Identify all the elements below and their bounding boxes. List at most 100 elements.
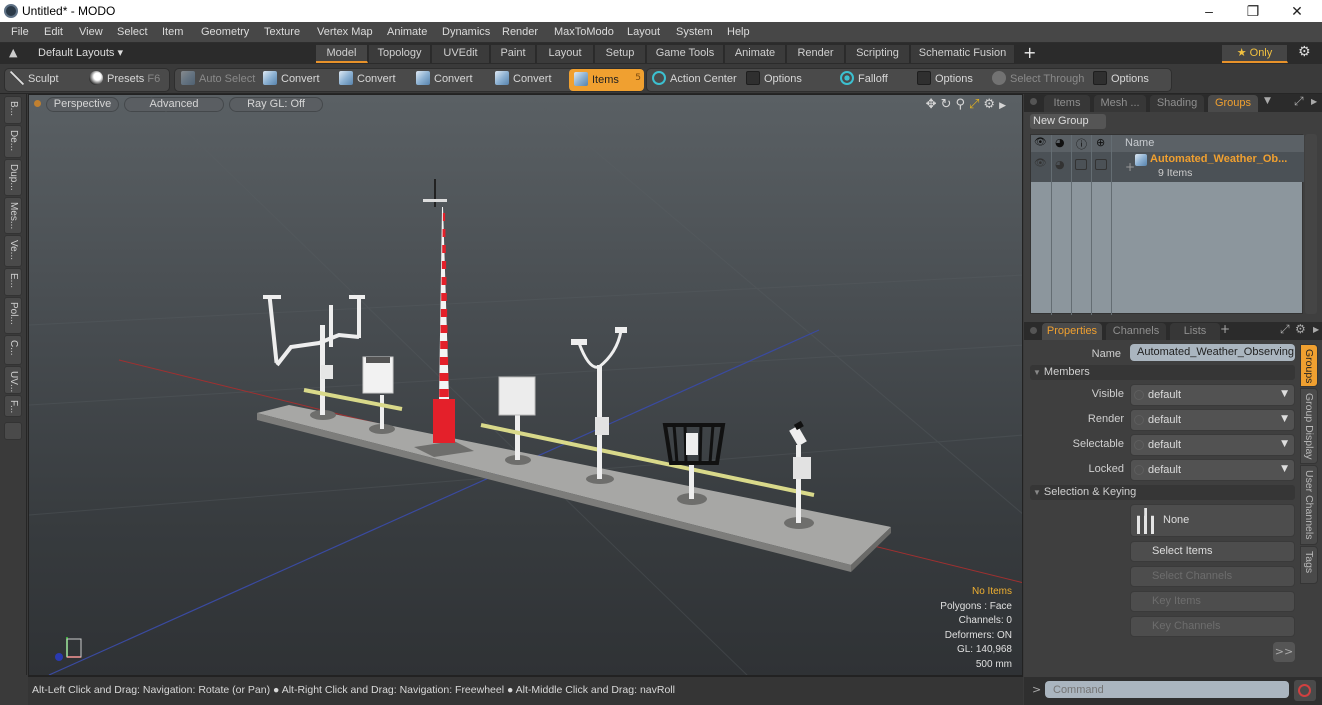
group-list[interactable]: 👁 ◕ ⓘ ⊕ Name 👁 ◕ + Automated_Weather_Ob.… — [1030, 134, 1304, 315]
render-toggle[interactable]: ◕ — [1055, 158, 1065, 171]
tab-paint[interactable]: Paint — [491, 45, 536, 63]
panel-arrow-icon[interactable]: ▶ — [1313, 325, 1319, 334]
new-group-button[interactable]: New Group — [1030, 114, 1106, 129]
tab-topology[interactable]: Topology — [369, 45, 431, 63]
action-center-button[interactable]: Action Center — [652, 70, 737, 88]
convert-polygons-button[interactable]: Convert — [416, 70, 473, 88]
tab-scripting[interactable]: Scripting — [846, 45, 910, 63]
maximize-icon[interactable]: ⤢ — [1294, 94, 1304, 109]
presets-button[interactable]: Presets F6 — [89, 70, 160, 88]
tab-uvedit[interactable]: UVEdit — [432, 45, 490, 63]
tab-model[interactable]: Model — [316, 45, 368, 63]
select-channels-button[interactable]: Select Channels — [1130, 566, 1295, 587]
members-section[interactable]: ▼ Members — [1030, 365, 1295, 380]
default-layouts-dropdown[interactable]: Default Layouts ▾ — [38, 46, 123, 59]
panel-menu-icon[interactable] — [1030, 327, 1037, 334]
panel-gear-icon[interactable]: ⚙ — [1295, 322, 1306, 336]
menu-maxtomodo[interactable]: MaxToModo — [554, 26, 614, 38]
side-tab-tags[interactable]: Tags — [1300, 546, 1318, 584]
menu-layout[interactable]: Layout — [627, 26, 660, 38]
select-items-button[interactable]: Select Items — [1130, 541, 1295, 562]
left-tab-basic[interactable]: B... — [4, 96, 22, 124]
selectable-dropdown[interactable]: default ▼ — [1130, 434, 1295, 456]
menu-file[interactable]: File — [11, 26, 29, 38]
tab-dropdown-icon[interactable]: ▼ — [1264, 96, 1271, 106]
layout-toggle-icon[interactable]: ▲ — [9, 46, 17, 59]
left-tab-duplicate[interactable]: Dup... — [4, 159, 22, 196]
none-preset-button[interactable]: None — [1130, 504, 1295, 537]
close-button[interactable]: ✕ — [1274, 1, 1320, 21]
minimize-button[interactable]: – — [1186, 1, 1232, 21]
selection-keying-section[interactable]: ▼ Selection & Keying — [1030, 485, 1295, 500]
items-mode-button[interactable]: Items 5 — [569, 69, 644, 91]
tab-mesh[interactable]: Mesh ... — [1094, 95, 1146, 112]
maximize-icon[interactable]: ⤢ — [1280, 322, 1290, 337]
select-through-button[interactable]: Select Through — [992, 70, 1084, 88]
menu-texture[interactable]: Texture — [264, 26, 300, 38]
lock-col-icon[interactable]: ⓘ — [1076, 136, 1087, 152]
add-layout-button[interactable]: + — [1023, 43, 1036, 62]
left-tab-deform[interactable]: De... — [4, 125, 22, 158]
left-tab-vertex[interactable]: Ve... — [4, 235, 22, 267]
menu-select[interactable]: Select — [117, 26, 148, 38]
tab-game-tools[interactable]: Game Tools — [647, 45, 724, 63]
add-tab-button[interactable]: + — [1220, 322, 1230, 336]
tab-items[interactable]: Items — [1044, 95, 1090, 112]
menu-render[interactable]: Render — [502, 26, 538, 38]
action-center-options-button[interactable]: Options — [746, 70, 802, 88]
select-toggle[interactable] — [1095, 159, 1107, 170]
tab-shading[interactable]: Shading — [1150, 95, 1204, 112]
tab-schematic-fusion[interactable]: Schematic Fusion — [911, 45, 1015, 63]
tab-groups[interactable]: Groups — [1208, 95, 1258, 112]
menu-geometry[interactable]: Geometry — [201, 26, 249, 38]
left-tab-uv[interactable]: UV... — [4, 366, 22, 394]
record-button[interactable] — [1294, 680, 1316, 701]
select-through-options-button[interactable]: Options — [1093, 70, 1149, 88]
side-tab-group-display[interactable]: Group Display — [1300, 388, 1318, 464]
left-tab-polygon[interactable]: Pol... — [4, 297, 22, 334]
auto-select-button[interactable]: Auto Select — [181, 70, 255, 88]
more-button[interactable]: >> — [1273, 642, 1295, 662]
gear-icon[interactable]: ⚙ — [1298, 44, 1311, 60]
menu-vertex-map[interactable]: Vertex Map — [317, 26, 373, 38]
command-input[interactable] — [1045, 681, 1289, 698]
key-items-button[interactable]: Key Items — [1130, 591, 1295, 612]
3d-viewport[interactable]: Perspective Advanced Ray GL: Off ✥↻⚲⤢⚙▶ — [28, 94, 1023, 676]
menu-animate[interactable]: Animate — [387, 26, 427, 38]
restore-button[interactable]: ❐ — [1230, 1, 1276, 21]
left-tab-extra[interactable] — [4, 422, 22, 440]
panel-arrow-icon[interactable]: ▶ — [1311, 97, 1317, 106]
side-tab-groups[interactable]: Groups — [1300, 344, 1318, 387]
select-col-icon[interactable]: ⊕ — [1096, 136, 1105, 149]
tab-layout[interactable]: Layout — [537, 45, 594, 63]
left-tab-curve[interactable]: C... — [4, 335, 22, 365]
tab-animate[interactable]: Animate — [725, 45, 786, 63]
name-field[interactable]: Automated_Weather_Observing — [1130, 344, 1295, 361]
menu-dynamics[interactable]: Dynamics — [442, 26, 490, 38]
expand-icon[interactable]: + — [1125, 160, 1135, 174]
convert-edges-button[interactable]: Convert — [339, 70, 396, 88]
visible-dropdown[interactable]: default ▼ — [1130, 384, 1295, 406]
tab-channels[interactable]: Channels — [1106, 323, 1166, 340]
menu-view[interactable]: View — [79, 26, 103, 38]
key-channels-button[interactable]: Key Channels — [1130, 616, 1295, 637]
falloff-options-button[interactable]: Options — [917, 70, 973, 88]
lock-toggle[interactable] — [1075, 159, 1087, 170]
group-name[interactable]: Automated_Weather_Ob... — [1150, 153, 1287, 165]
tab-lists[interactable]: Lists — [1170, 323, 1220, 340]
visibility-toggle[interactable]: 👁 — [1034, 158, 1047, 169]
menu-system[interactable]: System — [676, 26, 713, 38]
left-tab-edge[interactable]: E... — [4, 268, 22, 296]
render-col-icon[interactable]: ◕ — [1055, 136, 1065, 149]
tab-render[interactable]: Render — [787, 45, 845, 63]
left-tab-fusion[interactable]: F... — [4, 395, 22, 417]
locked-dropdown[interactable]: default ▼ — [1130, 459, 1295, 481]
left-tab-mesh-edit[interactable]: Mes... — [4, 197, 22, 234]
convert-materials-button[interactable]: Convert — [495, 70, 552, 88]
tab-setup[interactable]: Setup — [595, 45, 646, 63]
panel-menu-icon[interactable] — [1030, 98, 1037, 105]
visibility-col-icon[interactable]: 👁 — [1034, 137, 1047, 148]
side-tab-user-channels[interactable]: User Channels — [1300, 465, 1318, 545]
sculpt-button[interactable]: Sculpt — [10, 70, 59, 88]
falloff-button[interactable]: Falloff — [840, 70, 888, 88]
